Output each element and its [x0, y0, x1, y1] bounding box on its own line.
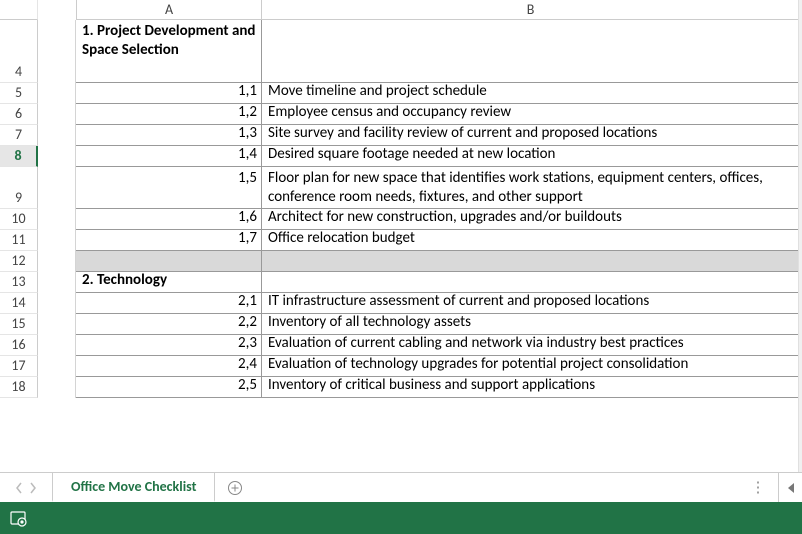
cell-B7[interactable]: Site survey and facility review of curre… — [262, 125, 800, 146]
gutter — [38, 335, 76, 356]
cell-B14[interactable]: IT infrastructure assessment of current … — [262, 293, 800, 314]
gutter — [38, 167, 76, 209]
cell-A11[interactable]: 1,7 — [76, 230, 262, 251]
cell-A13[interactable]: 2. Technology — [76, 272, 262, 293]
row-header[interactable]: 18 — [0, 377, 38, 398]
gutter — [38, 293, 76, 314]
row-header[interactable]: 17 — [0, 356, 38, 377]
row-header[interactable]: 16 — [0, 335, 38, 356]
tab-nav-arrows-icon — [16, 482, 36, 494]
gutter — [38, 209, 76, 230]
cell-B9[interactable]: Floor plan for new space that identifies… — [262, 167, 800, 209]
triangle-left-icon — [786, 482, 796, 494]
column-header-A[interactable]: A — [76, 0, 262, 20]
cell-B8[interactable]: Desired square footage needed at new loc… — [262, 146, 800, 167]
cell-A15[interactable]: 2,2 — [76, 314, 262, 335]
gutter — [38, 272, 76, 293]
gutter — [38, 83, 76, 104]
horizontal-scroll-left[interactable] — [778, 473, 802, 502]
cell-A9[interactable]: 1,5 — [76, 167, 262, 209]
gutter — [38, 356, 76, 377]
cell-B13[interactable] — [262, 272, 800, 293]
cell-B11[interactable]: Office relocation budget — [262, 230, 800, 251]
row-header[interactable]: 5 — [0, 83, 38, 104]
gutter — [38, 230, 76, 251]
cell-B17[interactable]: Evaluation of technology upgrades for po… — [262, 356, 800, 377]
cell-B18[interactable]: Inventory of critical business and suppo… — [262, 377, 800, 398]
gutter — [38, 251, 76, 272]
row-header[interactable]: 11 — [0, 230, 38, 251]
cell-A7[interactable]: 1,3 — [76, 125, 262, 146]
row-header[interactable]: 7 — [0, 125, 38, 146]
row-header[interactable]: 14 — [0, 293, 38, 314]
row-header[interactable]: 4 — [0, 20, 38, 83]
cell-A17[interactable]: 2,4 — [76, 356, 262, 377]
cell-B5[interactable]: Move timeline and project schedule — [262, 83, 800, 104]
spreadsheet-grid[interactable]: A B 4 1. Project Development and Space Se… — [0, 0, 802, 472]
cell-A5[interactable]: 1,1 — [76, 83, 262, 104]
cell-A4[interactable]: 1. Project Development and Space Selecti… — [76, 20, 262, 83]
gutter — [38, 20, 76, 83]
cell-A6[interactable]: 1,2 — [76, 104, 262, 125]
cell-B10[interactable]: Architect for new construction, upgrades… — [262, 209, 800, 230]
status-bar — [0, 502, 802, 534]
sheet-tab-strip: Office Move Checklist ⋮ — [0, 472, 802, 502]
row-header[interactable]: 6 — [0, 104, 38, 125]
cell-B4[interactable] — [262, 20, 800, 83]
plus-circle-icon — [227, 480, 243, 496]
cell-B12[interactable] — [262, 251, 800, 272]
cell-A14[interactable]: 2,1 — [76, 293, 262, 314]
tab-options-menu[interactable]: ⋮ — [738, 473, 778, 502]
add-sheet-button[interactable] — [215, 473, 255, 502]
column-header-B[interactable]: B — [262, 0, 800, 20]
cell-B16[interactable]: Evaluation of current cabling and networ… — [262, 335, 800, 356]
vertical-scrollbar[interactable] — [798, 0, 802, 472]
gutter — [38, 146, 76, 167]
tab-nav-buttons[interactable] — [0, 473, 52, 502]
sheet-tab-active[interactable]: Office Move Checklist — [52, 472, 215, 502]
cell-A16[interactable]: 2,3 — [76, 335, 262, 356]
row-header[interactable]: 12 — [0, 251, 38, 272]
record-macro-icon[interactable] — [10, 509, 28, 527]
cell-A10[interactable]: 1,6 — [76, 209, 262, 230]
cell-B15[interactable]: Inventory of all technology assets — [262, 314, 800, 335]
row-header[interactable]: 13 — [0, 272, 38, 293]
row-header[interactable]: 9 — [0, 167, 38, 209]
row-header[interactable]: 15 — [0, 314, 38, 335]
gutter — [38, 377, 76, 398]
cell-A8[interactable]: 1,4 — [76, 146, 262, 167]
gutter — [38, 125, 76, 146]
gutter — [38, 104, 76, 125]
cell-A18[interactable]: 2,5 — [76, 377, 262, 398]
gutter — [38, 314, 76, 335]
row-header[interactable]: 8 — [0, 146, 38, 167]
select-all-corner[interactable] — [0, 0, 38, 20]
cell-A12[interactable] — [76, 251, 262, 272]
row-header[interactable]: 10 — [0, 209, 38, 230]
cell-B6[interactable]: Employee census and occupancy review — [262, 104, 800, 125]
